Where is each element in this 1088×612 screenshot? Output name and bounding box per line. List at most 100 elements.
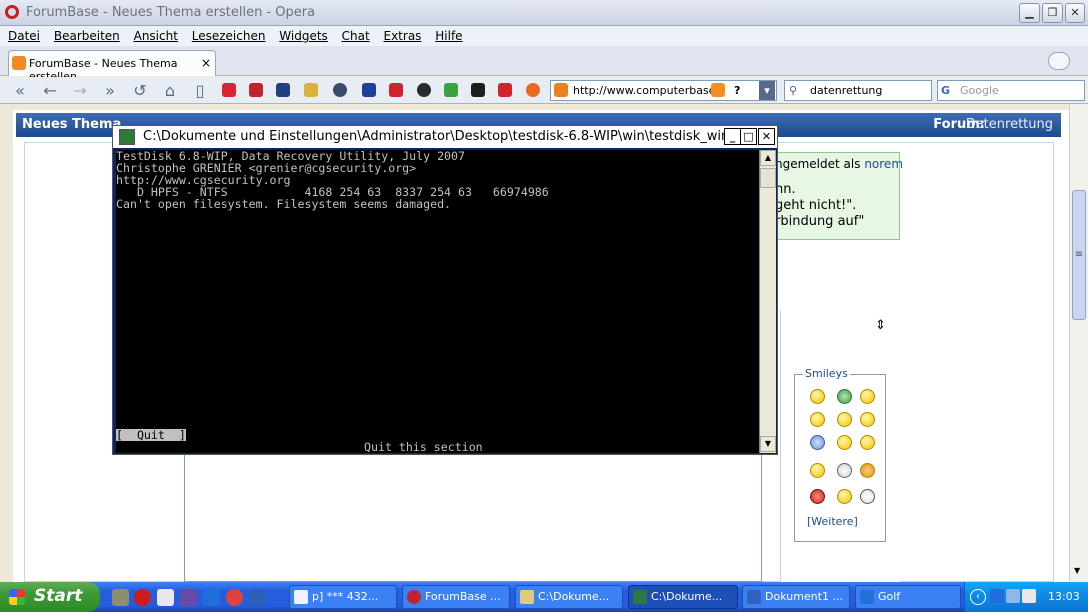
smiley-angry-icon[interactable]	[810, 489, 825, 504]
home-icon[interactable]: ⌂	[160, 81, 180, 101]
tray-icon[interactable]	[1022, 589, 1036, 603]
info-box: ngemeldet als norem nn. geht nicht!". rb…	[770, 152, 903, 240]
menu-chat[interactable]: Chat	[342, 26, 370, 46]
smiley-icon[interactable]	[837, 412, 852, 427]
console-scroll-down-icon[interactable]: ▼	[760, 436, 776, 452]
star-of-david-icon[interactable]	[304, 83, 318, 97]
o2-icon[interactable]	[276, 83, 290, 97]
menu-ansicht[interactable]: Ansicht	[134, 26, 178, 46]
rewind-icon[interactable]: «	[10, 81, 30, 101]
quicklaunch-icon[interactable]	[112, 589, 129, 606]
login-text: ngemeldet als	[775, 157, 861, 171]
taskbar-item[interactable]: Golf	[855, 585, 961, 609]
tab-forumbase[interactable]: ForumBase - Neues Thema erstellen ×	[8, 50, 216, 83]
menu-bearbeiten[interactable]: Bearbeiten	[54, 26, 120, 46]
fast-forward-icon[interactable]: »	[100, 81, 120, 101]
smiley-surprised-icon[interactable]	[860, 489, 875, 504]
back-icon[interactable]: ←	[40, 81, 60, 101]
forward-icon[interactable]: →	[70, 81, 90, 101]
address-dropdown-icon[interactable]: ▾	[759, 81, 775, 100]
page-scrollbar-thumb[interactable]: ≡	[1072, 190, 1086, 320]
reload-icon[interactable]: ↺	[130, 81, 150, 101]
clock[interactable]: 13:03	[1048, 590, 1080, 603]
task-icon	[407, 590, 421, 604]
menubar: Datei Bearbeiten Ansicht Lesezeichen Wid…	[0, 26, 1088, 46]
quicklaunch-icon[interactable]	[203, 589, 220, 606]
restore-button[interactable]: ❐	[1042, 3, 1063, 23]
start-button[interactable]: Start	[0, 582, 100, 612]
slash-logo-icon[interactable]	[498, 83, 512, 97]
disc-icon[interactable]	[417, 83, 431, 97]
smiley-devil-icon[interactable]	[860, 463, 875, 478]
address-bar[interactable]: http://www.computerbase. ? ▾	[550, 80, 777, 101]
console-scroll-up-icon[interactable]: ▲	[760, 150, 776, 166]
console-app-icon	[119, 129, 135, 145]
smiley-icon[interactable]	[837, 435, 852, 450]
resize-handle-icon[interactable]: ⇕	[875, 318, 886, 333]
lastfm-icon[interactable]	[222, 83, 236, 97]
tab-menu-icon[interactable]	[1048, 52, 1070, 70]
taskbar-item[interactable]: ForumBase ...	[402, 585, 510, 609]
taskbar-item-active[interactable]: C:\Dokume...	[628, 585, 738, 609]
info-icon[interactable]: ?	[734, 81, 740, 100]
console-scrollbar[interactable]: ▲ ▼	[759, 150, 776, 453]
smiley-icon[interactable]	[810, 412, 825, 427]
tray-icon[interactable]	[990, 589, 1004, 603]
menu-extras[interactable]: Extras	[384, 26, 422, 46]
play-icon[interactable]	[333, 83, 347, 97]
quicklaunch-icon[interactable]	[157, 589, 174, 606]
google-icon: G	[941, 84, 951, 97]
smiley-cool-icon[interactable]	[860, 412, 875, 427]
forum-link[interactable]: Datenrettung	[966, 117, 1053, 132]
page-scrollbar[interactable]: ≡ ▼	[1069, 104, 1088, 582]
tray-expand-icon[interactable]: ‹	[970, 589, 986, 605]
task-label: C:\Dokume...	[538, 590, 610, 603]
fc-icon[interactable]	[471, 83, 485, 97]
smiley-icon[interactable]	[837, 489, 852, 504]
word-quicklaunch-icon[interactable]	[249, 589, 266, 606]
more-smileys-link[interactable]: [Weitere]	[807, 515, 858, 528]
network-icon[interactable]	[1006, 589, 1020, 603]
close-button[interactable]: ✕	[1065, 3, 1085, 23]
console-minimize-button[interactable]: _	[724, 128, 741, 145]
minimize-button[interactable]: ▁	[1019, 3, 1040, 23]
taskbar-item[interactable]: C:\Dokume...	[515, 585, 623, 609]
opera-quicklaunch-icon[interactable]	[134, 589, 151, 606]
smiley-icon[interactable]	[860, 435, 875, 450]
taskbar-item[interactable]: Dokument1 ...	[742, 585, 850, 609]
scroll-down-icon[interactable]: ▼	[1074, 566, 1080, 575]
tab-close-icon[interactable]: ×	[201, 56, 211, 70]
console-maximize-button[interactable]: □	[740, 128, 757, 145]
splash-icon[interactable]	[389, 83, 403, 97]
puzzle-icon[interactable]	[362, 83, 376, 97]
page-icon[interactable]: ▯	[190, 81, 210, 101]
search-field[interactable]: ⚲ datenrettung	[784, 80, 932, 101]
message-textarea[interactable]	[184, 452, 762, 582]
smiley-glasses-icon[interactable]	[837, 463, 852, 478]
menu-hilfe[interactable]: Hilfe	[435, 26, 462, 46]
quicklaunch-icon[interactable]	[226, 589, 243, 606]
testdisk-console-window[interactable]: C:\Dokumente und Einstellungen\Administr…	[112, 125, 778, 455]
game-icon	[860, 590, 874, 604]
cb-icon[interactable]	[526, 83, 540, 97]
quit-menu-item[interactable]: [ Quit ]	[116, 429, 186, 441]
console-scrollbar-thumb[interactable]	[760, 168, 776, 188]
menu-widgets[interactable]: Widgets	[279, 26, 328, 46]
smiley-icon[interactable]	[860, 389, 875, 404]
smiley-icon[interactable]	[810, 463, 825, 478]
console-titlebar[interactable]: C:\Dokumente und Einstellungen\Administr…	[113, 126, 777, 148]
menu-lesezeichen[interactable]: Lesezeichen	[192, 26, 266, 46]
green-logo-icon[interactable]	[444, 83, 458, 97]
user-link[interactable]: norem	[864, 157, 903, 171]
smiley-icon[interactable]	[810, 389, 825, 404]
bookmark-icon[interactable]	[249, 83, 263, 97]
rss-icon[interactable]	[711, 83, 725, 97]
console-close-button[interactable]: ✕	[758, 128, 775, 145]
task-label: C:\Dokume...	[651, 590, 723, 603]
google-search-field[interactable]: G Google	[937, 80, 1085, 101]
menu-datei[interactable]: Datei	[8, 26, 40, 46]
smiley-grin-icon[interactable]	[837, 389, 852, 404]
taskbar-item[interactable]: p] *** 432...	[289, 585, 397, 609]
quicklaunch-icon[interactable]	[180, 589, 197, 606]
smiley-blue-icon[interactable]	[810, 435, 825, 450]
